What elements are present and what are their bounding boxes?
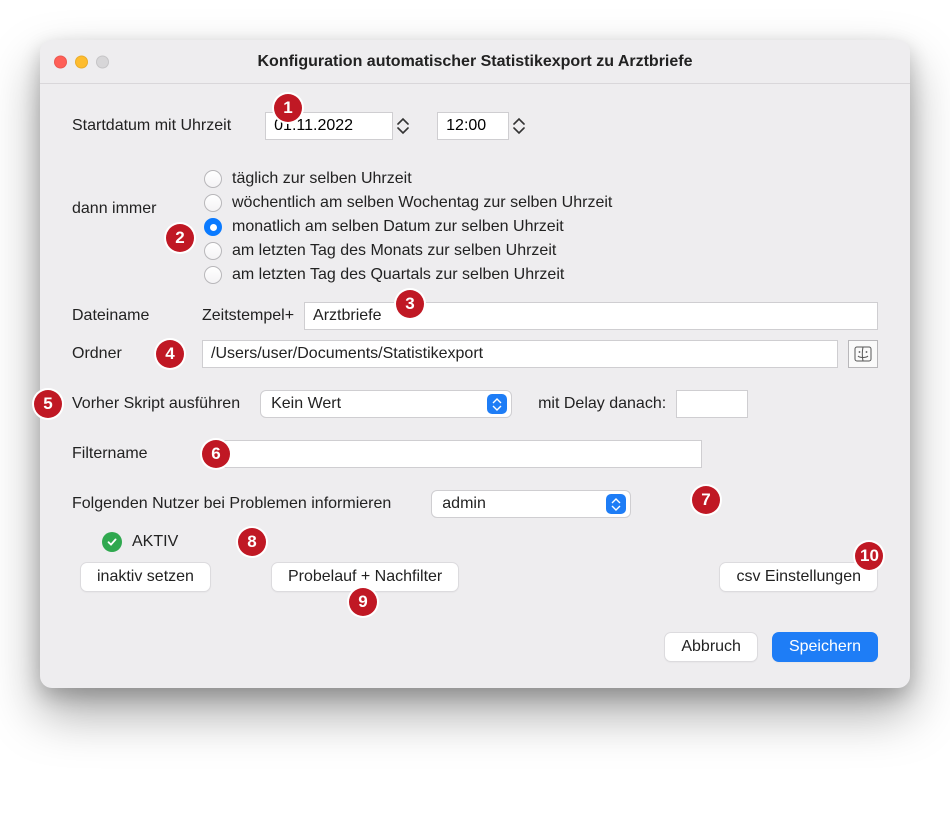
delay-input[interactable] <box>676 390 748 418</box>
annotation-1: 1 <box>274 94 302 122</box>
interval-option[interactable]: monatlich am selben Datum zur selben Uhr… <box>204 218 878 236</box>
radio-icon <box>204 266 222 284</box>
filter-label: Filtername <box>72 445 148 463</box>
interval-option[interactable]: am letzten Tag des Quartals zur selben U… <box>204 266 878 284</box>
filename-input[interactable] <box>304 302 878 330</box>
radio-icon <box>204 194 222 212</box>
radio-icon <box>204 218 222 236</box>
annotation-7: 7 <box>692 486 720 514</box>
prescript-row: 5 Vorher Skript ausführen Kein Wert mit … <box>72 390 878 418</box>
interval-option-label: am letzten Tag des Quartals zur selben U… <box>232 266 564 284</box>
interval-label: dann immer <box>72 200 156 218</box>
date-stepper[interactable] <box>397 117 409 135</box>
interval-option-label: täglich zur selben Uhrzeit <box>232 170 412 188</box>
notify-select-value: admin <box>442 495 598 513</box>
notify-label: Folgenden Nutzer bei Problemen informier… <box>72 495 391 513</box>
finder-icon <box>854 345 872 363</box>
filter-row: Filtername 6 <box>72 440 878 468</box>
annotation-3: 3 <box>396 290 424 318</box>
annotation-9: 9 <box>349 588 377 616</box>
annotation-8: 8 <box>238 528 266 556</box>
prescript-label: Vorher Skript ausführen <box>72 395 240 413</box>
folder-row: Ordner 4 <box>72 340 878 368</box>
config-window: Konfiguration automatischer Statistikexp… <box>40 40 910 688</box>
interval-option-label: monatlich am selben Datum zur selben Uhr… <box>232 218 564 236</box>
annotation-6: 6 <box>202 440 230 468</box>
annotation-4: 4 <box>156 340 184 368</box>
filename-row: Dateiname Zeitstempel+ 3 <box>72 302 878 330</box>
close-icon[interactable] <box>54 55 67 68</box>
annotation-2: 2 <box>166 224 194 252</box>
delay-label: mit Delay danach: <box>538 395 666 413</box>
interval-option[interactable]: wöchentlich am selben Wochentag zur selb… <box>204 194 878 212</box>
folder-label: Ordner <box>72 345 148 363</box>
annotation-10: 10 <box>855 542 883 570</box>
radio-icon <box>204 170 222 188</box>
choose-folder-button[interactable] <box>848 340 878 368</box>
window-title: Konfiguration automatischer Statistikexp… <box>54 53 896 71</box>
status-text: AKTIV <box>132 533 178 551</box>
filter-input[interactable] <box>212 440 702 468</box>
prescript-select[interactable]: Kein Wert <box>260 390 512 418</box>
toggle-active-button[interactable]: inaktiv setzen <box>80 562 211 592</box>
prescript-select-value: Kein Wert <box>271 395 479 413</box>
interval-option-label: am letzten Tag des Monats zur selben Uhr… <box>232 242 556 260</box>
notify-select[interactable]: admin <box>431 490 631 518</box>
radio-icon <box>204 242 222 260</box>
time-stepper[interactable] <box>513 117 525 135</box>
save-button[interactable]: Speichern <box>772 632 878 662</box>
interval-option[interactable]: am letzten Tag des Monats zur selben Uhr… <box>204 242 878 260</box>
csv-settings-button[interactable]: csv Einstellungen <box>719 562 878 592</box>
start-label: Startdatum mit Uhrzeit <box>72 117 231 135</box>
interval-option-label: wöchentlich am selben Wochentag zur selb… <box>232 194 612 212</box>
minimize-icon[interactable] <box>75 55 88 68</box>
chevron-updown-icon <box>487 394 507 414</box>
annotation-5: 5 <box>34 390 62 418</box>
window-content: Startdatum mit Uhrzeit 1 dann immer 2 <box>40 84 910 688</box>
start-row: Startdatum mit Uhrzeit 1 <box>72 112 878 140</box>
action-row: inaktiv setzen Probelauf + Nachfilter 9 … <box>72 562 878 592</box>
traffic-lights <box>54 55 109 68</box>
notify-row: Folgenden Nutzer bei Problemen informier… <box>72 490 878 518</box>
cancel-button[interactable]: Abbruch <box>664 632 758 662</box>
filename-prefix-label: Zeitstempel+ <box>202 307 294 325</box>
chevron-updown-icon <box>606 494 626 514</box>
time-spinner <box>437 112 525 140</box>
check-circle-icon <box>102 532 122 552</box>
folder-input[interactable] <box>202 340 838 368</box>
titlebar: Konfiguration automatischer Statistikexp… <box>40 40 910 84</box>
status-row: AKTIV 8 <box>102 532 878 552</box>
interval-option[interactable]: täglich zur selben Uhrzeit <box>204 170 878 188</box>
zoom-icon <box>96 55 109 68</box>
time-input[interactable] <box>437 112 509 140</box>
footer-buttons: Abbruch Speichern <box>72 632 878 662</box>
interval-radio-group: täglich zur selben Uhrzeit wöchentlich am… <box>204 170 878 284</box>
filename-label: Dateiname <box>72 307 192 325</box>
